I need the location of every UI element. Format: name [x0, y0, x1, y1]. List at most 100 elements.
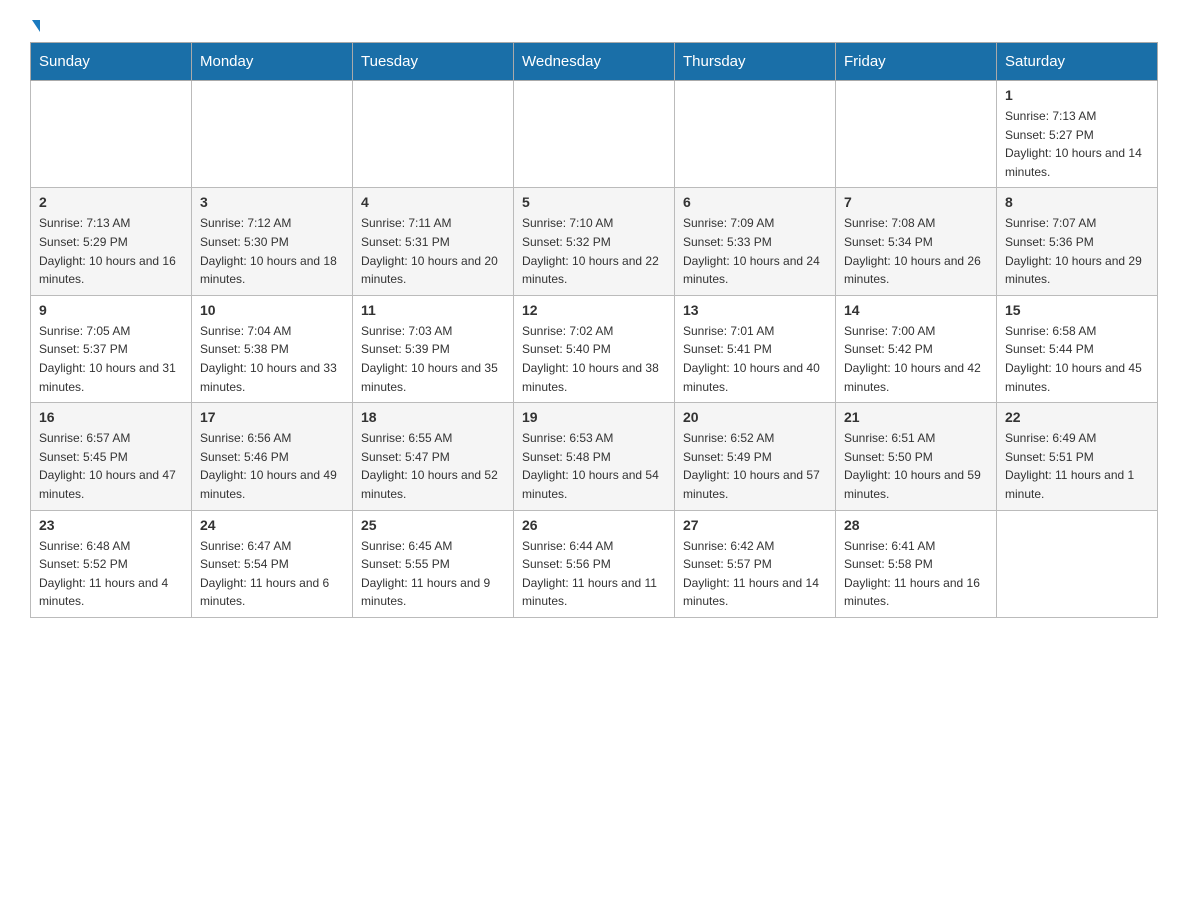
day-number: 13	[683, 302, 827, 318]
day-number: 14	[844, 302, 988, 318]
day-info: Sunrise: 7:11 AMSunset: 5:31 PMDaylight:…	[361, 214, 505, 288]
day-info: Sunrise: 7:02 AMSunset: 5:40 PMDaylight:…	[522, 322, 666, 396]
day-number: 9	[39, 302, 183, 318]
day-number: 3	[200, 194, 344, 210]
calendar-cell: 1 Sunrise: 7:13 AMSunset: 5:27 PMDaylight…	[997, 81, 1158, 188]
day-info: Sunrise: 6:51 AMSunset: 5:50 PMDaylight:…	[844, 429, 988, 503]
day-info: Sunrise: 6:47 AMSunset: 5:54 PMDaylight:…	[200, 537, 344, 611]
day-number: 2	[39, 194, 183, 210]
calendar-cell: 4 Sunrise: 7:11 AMSunset: 5:31 PMDaylight…	[353, 188, 514, 295]
day-number: 21	[844, 409, 988, 425]
day-info: Sunrise: 7:12 AMSunset: 5:30 PMDaylight:…	[200, 214, 344, 288]
day-number: 25	[361, 517, 505, 533]
calendar-cell: 21 Sunrise: 6:51 AMSunset: 5:50 PMDayligh…	[836, 403, 997, 510]
weekday-header-friday: Friday	[836, 43, 997, 81]
day-info: Sunrise: 6:44 AMSunset: 5:56 PMDaylight:…	[522, 537, 666, 611]
day-number: 28	[844, 517, 988, 533]
calendar-cell: 2 Sunrise: 7:13 AMSunset: 5:29 PMDaylight…	[31, 188, 192, 295]
day-info: Sunrise: 6:56 AMSunset: 5:46 PMDaylight:…	[200, 429, 344, 503]
day-info: Sunrise: 6:58 AMSunset: 5:44 PMDaylight:…	[1005, 322, 1149, 396]
calendar-cell	[997, 510, 1158, 617]
day-number: 18	[361, 409, 505, 425]
day-number: 12	[522, 302, 666, 318]
calendar-cell	[31, 81, 192, 188]
day-number: 4	[361, 194, 505, 210]
calendar-cell: 26 Sunrise: 6:44 AMSunset: 5:56 PMDayligh…	[514, 510, 675, 617]
day-number: 1	[1005, 87, 1149, 103]
day-number: 5	[522, 194, 666, 210]
day-number: 27	[683, 517, 827, 533]
day-number: 8	[1005, 194, 1149, 210]
day-info: Sunrise: 6:42 AMSunset: 5:57 PMDaylight:…	[683, 537, 827, 611]
day-number: 6	[683, 194, 827, 210]
calendar-week-row: 2 Sunrise: 7:13 AMSunset: 5:29 PMDaylight…	[31, 188, 1158, 295]
day-number: 16	[39, 409, 183, 425]
day-info: Sunrise: 7:01 AMSunset: 5:41 PMDaylight:…	[683, 322, 827, 396]
calendar-cell: 23Sunrise: 6:48 AMSunset: 5:52 PMDayligh…	[31, 510, 192, 617]
calendar-cell: 20 Sunrise: 6:52 AMSunset: 5:49 PMDayligh…	[675, 403, 836, 510]
day-number: 17	[200, 409, 344, 425]
day-number: 19	[522, 409, 666, 425]
day-info: Sunrise: 6:55 AMSunset: 5:47 PMDaylight:…	[361, 429, 505, 503]
day-number: 26	[522, 517, 666, 533]
day-info: Sunrise: 7:07 AMSunset: 5:36 PMDaylight:…	[1005, 214, 1149, 288]
calendar-cell: 15 Sunrise: 6:58 AMSunset: 5:44 PMDayligh…	[997, 295, 1158, 402]
day-info: Sunrise: 7:03 AMSunset: 5:39 PMDaylight:…	[361, 322, 505, 396]
calendar-cell: 18 Sunrise: 6:55 AMSunset: 5:47 PMDayligh…	[353, 403, 514, 510]
calendar-cell: 27 Sunrise: 6:42 AMSunset: 5:57 PMDayligh…	[675, 510, 836, 617]
page-header	[30, 20, 1158, 32]
day-number: 11	[361, 302, 505, 318]
calendar-week-row: 9Sunrise: 7:05 AMSunset: 5:37 PMDaylight…	[31, 295, 1158, 402]
calendar-cell: 10 Sunrise: 7:04 AMSunset: 5:38 PMDayligh…	[192, 295, 353, 402]
day-info: Sunrise: 6:53 AMSunset: 5:48 PMDaylight:…	[522, 429, 666, 503]
calendar-cell: 25 Sunrise: 6:45 AMSunset: 5:55 PMDayligh…	[353, 510, 514, 617]
weekday-header-monday: Monday	[192, 43, 353, 81]
calendar-cell: 17 Sunrise: 6:56 AMSunset: 5:46 PMDayligh…	[192, 403, 353, 510]
calendar-cell: 24 Sunrise: 6:47 AMSunset: 5:54 PMDayligh…	[192, 510, 353, 617]
logo-triangle-icon	[32, 20, 40, 32]
calendar-cell: 8 Sunrise: 7:07 AMSunset: 5:36 PMDaylight…	[997, 188, 1158, 295]
day-info: Sunrise: 6:49 AMSunset: 5:51 PMDaylight:…	[1005, 429, 1149, 503]
calendar-week-row: 23Sunrise: 6:48 AMSunset: 5:52 PMDayligh…	[31, 510, 1158, 617]
day-info: Sunrise: 6:57 AMSunset: 5:45 PMDaylight:…	[39, 429, 183, 503]
day-number: 15	[1005, 302, 1149, 318]
day-number: 22	[1005, 409, 1149, 425]
day-info: Sunrise: 6:52 AMSunset: 5:49 PMDaylight:…	[683, 429, 827, 503]
calendar-cell: 16 Sunrise: 6:57 AMSunset: 5:45 PMDayligh…	[31, 403, 192, 510]
day-info: Sunrise: 6:41 AMSunset: 5:58 PMDaylight:…	[844, 537, 988, 611]
calendar-cell	[836, 81, 997, 188]
day-number: 10	[200, 302, 344, 318]
calendar-cell	[192, 81, 353, 188]
day-info: Sunrise: 7:13 AMSunset: 5:27 PMDaylight:…	[1005, 107, 1149, 181]
calendar-cell: 13 Sunrise: 7:01 AMSunset: 5:41 PMDayligh…	[675, 295, 836, 402]
day-info: Sunrise: 7:08 AMSunset: 5:34 PMDaylight:…	[844, 214, 988, 288]
calendar-cell: 11 Sunrise: 7:03 AMSunset: 5:39 PMDayligh…	[353, 295, 514, 402]
calendar-cell: 6 Sunrise: 7:09 AMSunset: 5:33 PMDaylight…	[675, 188, 836, 295]
weekday-header-thursday: Thursday	[675, 43, 836, 81]
weekday-header-row: SundayMondayTuesdayWednesdayThursdayFrid…	[31, 43, 1158, 81]
calendar-cell: 19 Sunrise: 6:53 AMSunset: 5:48 PMDayligh…	[514, 403, 675, 510]
calendar-cell: 12 Sunrise: 7:02 AMSunset: 5:40 PMDayligh…	[514, 295, 675, 402]
calendar-week-row: 1 Sunrise: 7:13 AMSunset: 5:27 PMDaylight…	[31, 81, 1158, 188]
calendar-cell: 5Sunrise: 7:10 AMSunset: 5:32 PMDaylight…	[514, 188, 675, 295]
weekday-header-tuesday: Tuesday	[353, 43, 514, 81]
calendar-week-row: 16 Sunrise: 6:57 AMSunset: 5:45 PMDayligh…	[31, 403, 1158, 510]
calendar-cell	[514, 81, 675, 188]
calendar-cell	[353, 81, 514, 188]
weekday-header-saturday: Saturday	[997, 43, 1158, 81]
day-number: 7	[844, 194, 988, 210]
day-number: 20	[683, 409, 827, 425]
day-info: Sunrise: 7:00 AMSunset: 5:42 PMDaylight:…	[844, 322, 988, 396]
calendar-cell: 9Sunrise: 7:05 AMSunset: 5:37 PMDaylight…	[31, 295, 192, 402]
day-info: Sunrise: 7:09 AMSunset: 5:33 PMDaylight:…	[683, 214, 827, 288]
calendar-cell	[675, 81, 836, 188]
day-number: 24	[200, 517, 344, 533]
logo	[30, 20, 40, 32]
day-info: Sunrise: 7:13 AMSunset: 5:29 PMDaylight:…	[39, 214, 183, 288]
calendar-cell: 3 Sunrise: 7:12 AMSunset: 5:30 PMDaylight…	[192, 188, 353, 295]
day-info: Sunrise: 6:45 AMSunset: 5:55 PMDaylight:…	[361, 537, 505, 611]
day-info: Sunrise: 6:48 AMSunset: 5:52 PMDaylight:…	[39, 537, 183, 611]
day-info: Sunrise: 7:04 AMSunset: 5:38 PMDaylight:…	[200, 322, 344, 396]
calendar-table: SundayMondayTuesdayWednesdayThursdayFrid…	[30, 42, 1158, 618]
weekday-header-sunday: Sunday	[31, 43, 192, 81]
